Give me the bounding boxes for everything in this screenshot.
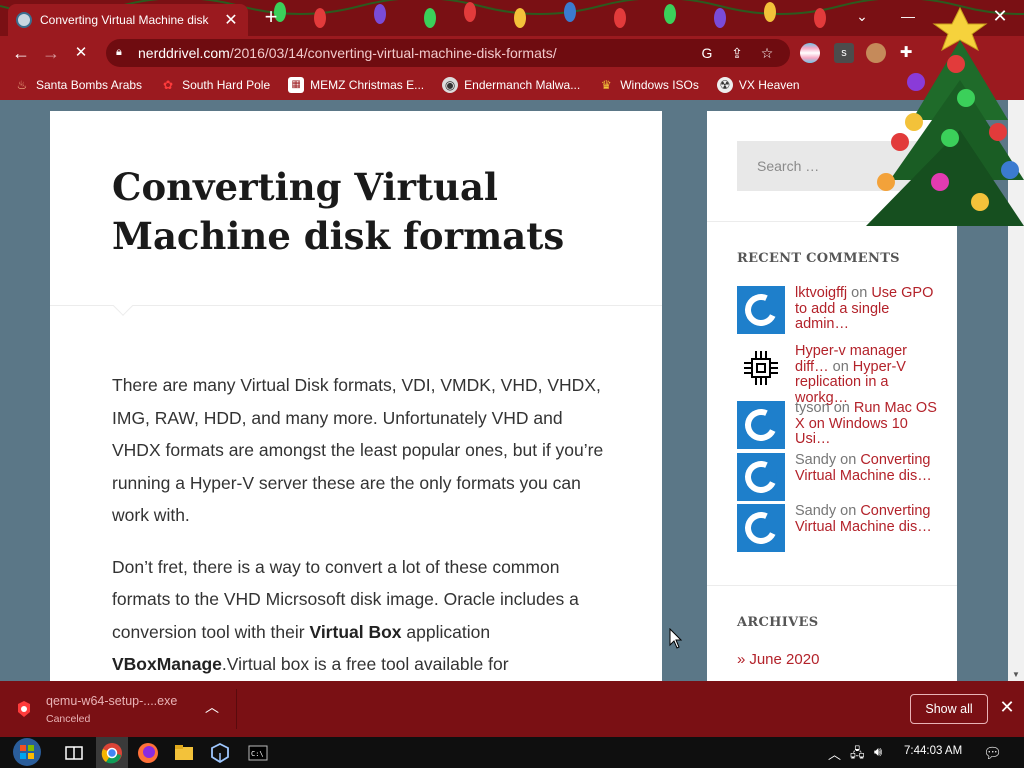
raccoon-icon: ◉ — [442, 77, 459, 93]
share-icon[interactable]: ⇪ — [728, 44, 746, 62]
avatar — [737, 504, 785, 552]
article-body: There are many Virtual Disk formats, VDI… — [112, 369, 604, 681]
bookmark-star-icon[interactable]: ☆ — [758, 44, 776, 62]
comment-item: Hyper-v manager diff… on Hyper-V replica… — [737, 343, 937, 406]
start-button-icon[interactable] — [10, 737, 44, 767]
article-paragraph: There are many Virtual Disk formats, VDI… — [112, 375, 604, 525]
chrome-icon[interactable] — [100, 741, 124, 765]
page-viewport[interactable]: Converting Virtual Machine disk formats … — [0, 100, 1008, 681]
comment-author: Sandy — [795, 503, 837, 519]
scroll-down-icon[interactable]: ▼ — [1012, 670, 1020, 679]
qemu-installer-icon — [18, 701, 30, 717]
comment-item: lktvoigffj on Use GPO to add a single ad… — [737, 285, 937, 334]
bookmark-item[interactable]: ♨ Santa Bombs Arabs — [14, 77, 142, 93]
download-item[interactable]: qemu-w64-setup-....exe Canceled — [16, 689, 236, 729]
title-divider — [50, 305, 662, 306]
windows-taskbar: C:\ ︿ 🖧︎ 🔊︎ 7:44:03 AM 💬︎ — [0, 737, 1024, 768]
download-bar: qemu-w64-setup-....exe Canceled ︿ Show a… — [0, 681, 1024, 737]
show-all-button[interactable]: Show all — [910, 694, 988, 724]
avatar — [737, 401, 785, 449]
article-card: Converting Virtual Machine disk formats … — [50, 111, 662, 681]
archive-item[interactable]: » June 2020 — [737, 651, 819, 668]
comment-author-link[interactable]: lktvoigffj — [795, 285, 847, 301]
back-arrow-icon[interactable]: ← — [6, 38, 36, 68]
show-hidden-icons-icon[interactable]: ︿ — [828, 744, 841, 763]
s-extension-icon[interactable]: s — [834, 43, 854, 63]
tab-close-icon[interactable]: ✕ — [222, 10, 240, 30]
comment-item: Sandy on Converting Virtual Machine dis… — [737, 452, 937, 501]
avatar — [737, 286, 785, 334]
pride-flag-extension-icon[interactable] — [800, 43, 820, 63]
flower-icon: ✿ — [163, 78, 174, 92]
bookmark-item[interactable]: ♛ Windows ISOs — [598, 77, 699, 93]
comment-item: tyson on Run Mac OS X on Windows 10 Usi… — [737, 400, 937, 449]
firefox-icon[interactable] — [136, 741, 160, 765]
fire-icon: ♨ — [16, 78, 28, 92]
lock-icon: 🔒︎ — [116, 46, 122, 58]
site-favicon-icon — [16, 12, 32, 28]
comment-author: Sandy — [795, 452, 837, 468]
chevron-right-icon: » — [737, 651, 746, 668]
article-title: Converting Virtual Machine disk formats — [112, 165, 565, 258]
mouse-cursor-icon — [669, 628, 683, 649]
bookmark-item[interactable]: ✿ South Hard Pole — [160, 77, 270, 93]
comment-author: tyson — [795, 400, 830, 416]
forward-arrow-icon[interactable]: → — [36, 38, 66, 68]
chip-avatar-icon — [737, 344, 785, 392]
bookmark-item[interactable]: ◉ Endermanch Malwa... — [442, 77, 580, 93]
file-explorer-icon[interactable] — [172, 741, 196, 765]
bookmark-item[interactable]: ▦ MEMZ Christmas E... — [288, 77, 424, 93]
avatar — [737, 453, 785, 501]
comment-item: Sandy on Converting Virtual Machine dis… — [737, 503, 937, 552]
volume-icon[interactable]: 🔊︎ — [874, 744, 882, 760]
archives-heading: ARCHIVES — [737, 615, 819, 630]
memz-icon: ▦ — [288, 77, 305, 93]
address-bar[interactable]: 🔒︎ nerddrivel.com/2016/03/14/converting-… — [106, 39, 790, 67]
download-status: Canceled — [46, 712, 91, 725]
christmas-tree-decoration — [866, 6, 1024, 226]
article-paragraph: Don’t fret, there is a way to convert a … — [112, 556, 579, 675]
chevron-up-icon[interactable]: ︿ — [205, 697, 219, 717]
active-tab[interactable]: Converting Virtual Machine disk ✕ — [8, 4, 248, 36]
task-view-icon[interactable] — [62, 741, 86, 765]
bookmark-item[interactable]: ☢ VX Heaven — [716, 77, 800, 93]
network-icon[interactable]: 🖧︎ — [850, 744, 865, 766]
command-prompt-icon[interactable]: C:\ — [246, 741, 270, 765]
notifications-icon[interactable]: 💬︎ — [983, 744, 1002, 762]
windows-icon: ♛ — [600, 78, 612, 92]
sidebar-divider — [707, 585, 957, 586]
taskbar-clock[interactable]: 7:44:03 AM — [904, 745, 962, 757]
vx-icon: ☢ — [716, 77, 733, 93]
download-filename: qemu-w64-setup-....exe — [46, 693, 178, 708]
new-tab-button[interactable]: + — [258, 6, 284, 30]
title-divider-notch — [113, 296, 133, 316]
stop-loading-icon[interactable]: ✕ — [66, 38, 96, 68]
recent-comments-heading: RECENT COMMENTS — [737, 251, 900, 266]
close-icon[interactable]: ✕ — [998, 697, 1016, 718]
google-icon[interactable]: G — [698, 44, 716, 62]
svg-text:C:\: C:\ — [251, 750, 264, 758]
url-text: nerddrivel.com/2016/03/14/converting-vir… — [138, 45, 557, 61]
tab-title: Converting Virtual Machine disk — [40, 13, 209, 27]
virtualbox-icon[interactable] — [208, 741, 232, 765]
download-separator — [236, 689, 237, 729]
